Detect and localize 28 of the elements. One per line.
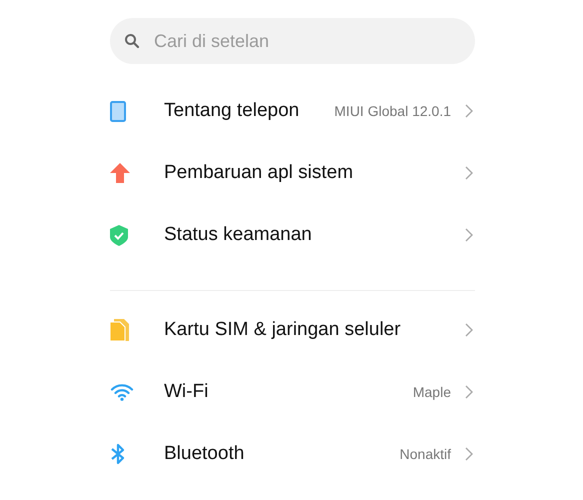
- chevron-icon: [465, 228, 473, 242]
- shield-icon: [110, 224, 128, 246]
- search-field[interactable]: Cari di setelan: [110, 18, 475, 64]
- item-value: MIUI Global 12.0.1: [334, 103, 451, 119]
- chevron-icon: [465, 166, 473, 180]
- chevron-icon: [465, 385, 473, 399]
- item-label: Tentang telepon: [164, 100, 300, 122]
- sim-card-icon: [110, 319, 129, 341]
- item-label: Pembaruan apl sistem: [164, 162, 354, 184]
- settings-item[interactable]: Wi-Fi Maple: [110, 361, 475, 423]
- phone-icon: [110, 100, 126, 122]
- wifi-icon: [110, 383, 134, 401]
- up-arrow-icon: [110, 163, 130, 183]
- chevron-icon: [465, 447, 473, 461]
- item-label: Status keamanan: [164, 224, 313, 246]
- bluetooth-icon: [110, 443, 126, 465]
- chevron-icon: [465, 104, 473, 118]
- chevron-icon: [465, 323, 473, 337]
- item-value: Maple: [412, 384, 451, 400]
- settings-item[interactable]: Pembaruan apl sistem: [110, 142, 475, 204]
- item-label: Kartu SIM & jaringan seluler: [164, 319, 402, 341]
- settings-item[interactable]: Kartu SIM & jaringan seluler: [110, 299, 475, 361]
- item-label: Bluetooth: [164, 443, 246, 465]
- item-value: Nonaktif: [400, 446, 451, 462]
- settings-item[interactable]: Status keamanan: [110, 204, 475, 266]
- settings-item[interactable]: Tentang telepon MIUI Global 12.0.1: [110, 80, 475, 142]
- item-label: Wi-Fi: [164, 381, 210, 403]
- settings-item[interactable]: Bluetooth Nonaktif: [110, 423, 475, 485]
